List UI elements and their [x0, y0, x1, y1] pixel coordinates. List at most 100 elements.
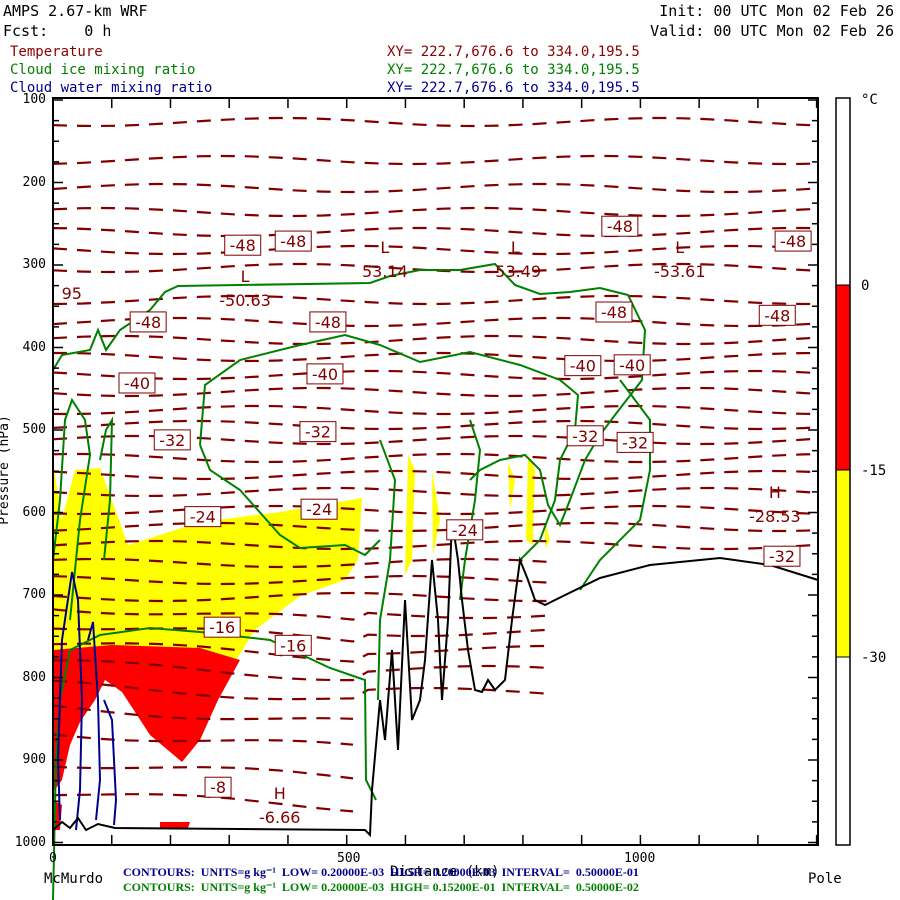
extremum-marker: L -53.61: [654, 238, 706, 281]
contour-label: -32: [616, 431, 654, 453]
section-end-label: Pole: [808, 871, 842, 887]
contour-label: -40: [564, 355, 602, 377]
cross-section-plot: -48 -48 -48 -48 -48 -48 -48 -48 -40 -40 -40 -40 -32 -…: [52, 97, 851, 900]
isotherm: [52, 386, 819, 398]
contour-label: -32: [153, 429, 191, 451]
extremum-marker: L 53.14: [362, 238, 408, 281]
extremum-value: -53.61: [654, 262, 706, 281]
svg-text:-16: -16: [280, 636, 306, 655]
isotherm: [52, 369, 819, 381]
isotherm: [52, 404, 819, 416]
isotherm: [52, 182, 819, 194]
svg-text:-24: -24: [190, 508, 216, 527]
y-tick-label: 800: [22, 669, 46, 685]
contour-label: -48: [274, 230, 312, 252]
svg-text:-32: -32: [622, 433, 648, 452]
contour-label: 95: [62, 284, 82, 303]
contour-label: -48: [601, 215, 639, 237]
cloud-ice-contour-info: CONTOURS: UNITS=g kg⁻¹ LOW= 0.20000E-03 …: [123, 880, 639, 894]
extremum-value: -53.49: [489, 262, 541, 281]
extremum-type: H: [274, 784, 286, 803]
extremum-marker: L -53.49: [489, 238, 541, 281]
red-fill-region: [53, 800, 190, 830]
extremum-type: L: [380, 238, 389, 257]
svg-text:-32: -32: [769, 547, 795, 566]
colorbar: [835, 97, 851, 846]
svg-text:-48: -48: [135, 313, 161, 332]
isotherm: [52, 419, 819, 431]
extremum-value: -28.53: [749, 507, 801, 526]
contour-label: -48: [309, 311, 347, 333]
svg-text:-48: -48: [780, 232, 806, 251]
isotherm: [52, 294, 819, 306]
colorbar-yellow: [836, 470, 850, 657]
y-tick-label: 400: [22, 339, 46, 355]
isotherm: [52, 116, 819, 128]
isotherm: [52, 206, 819, 218]
contour-label: -24: [446, 519, 484, 541]
svg-text:-48: -48: [764, 306, 790, 325]
isotherm: [52, 469, 819, 481]
contour-label: -40: [118, 372, 156, 394]
isotherm: [52, 244, 819, 256]
colorbar-unit: °C: [861, 92, 878, 108]
contour-label: -48: [758, 304, 796, 326]
contour-label: -8: [204, 776, 232, 798]
y-tick-label: 500: [22, 422, 46, 437]
contour-label: -24: [300, 498, 338, 520]
svg-text:-48: -48: [280, 232, 306, 251]
section-start-label: McMurdo: [44, 871, 104, 887]
extremum-value: -6.66: [259, 808, 300, 827]
extremum-marker: L -50.63: [219, 267, 271, 310]
colorbar-tick: 0: [861, 278, 870, 294]
cloud-water-contour-info: CONTOURS: UNITS=g kg⁻¹ LOW= 0.20000E-03 …: [123, 865, 639, 879]
extremum-value: 53.14: [362, 262, 408, 281]
svg-text:-24: -24: [306, 500, 332, 519]
extremum-type: L: [241, 267, 250, 286]
y-tick-label: 700: [22, 587, 46, 602]
y-tick-label: 200: [22, 174, 46, 190]
y-tick-label: 100: [22, 92, 46, 107]
extremum-value: -50.63: [219, 291, 271, 310]
svg-text:-24: -24: [452, 521, 478, 540]
contour-label: -32: [566, 425, 604, 447]
svg-text:-48: -48: [601, 303, 627, 322]
isotherm: [52, 765, 354, 780]
colorbar-tick: -30: [861, 650, 887, 666]
svg-text:-8: -8: [210, 778, 226, 797]
isotherm: [52, 334, 819, 346]
svg-text:-40: -40: [619, 356, 645, 375]
cloud-water-contour: [103, 699, 118, 826]
y-tick-label: 300: [22, 257, 46, 272]
contour-label: -40: [613, 354, 651, 376]
contour-label: -48: [595, 301, 633, 323]
svg-text:-48: -48: [607, 217, 633, 236]
svg-text:-40: -40: [124, 374, 150, 393]
contour-label: -24: [184, 506, 222, 528]
contour-label: -48: [224, 234, 262, 256]
extremum-type: L: [675, 238, 684, 257]
isotherm: [52, 154, 819, 166]
contour-label: -48: [129, 311, 167, 333]
svg-text:-48: -48: [230, 236, 256, 255]
isotherm: [52, 226, 819, 238]
svg-text:-40: -40: [570, 357, 596, 376]
contour-label: -16: [203, 616, 241, 638]
cloud-ice-contour: [459, 419, 482, 601]
svg-text:-32: -32: [159, 431, 185, 450]
contour-label: -32: [299, 421, 337, 443]
extremum-type: L: [511, 238, 520, 257]
contour-label: -48: [774, 230, 812, 252]
cloud-ice-contour: [579, 379, 651, 591]
colorbar-red: [836, 285, 850, 470]
colorbar-tick: -15: [861, 463, 887, 479]
x-tick-label: 0: [49, 851, 57, 866]
y-axis-label: Pressure (hPa): [0, 415, 12, 525]
y-tick-label: 900: [22, 752, 46, 767]
extremum-type: H: [769, 483, 781, 502]
isotherm: [52, 452, 819, 464]
isotherm: [52, 316, 819, 328]
svg-text:-32: -32: [572, 427, 598, 446]
y-tick-label: 1000: [14, 834, 46, 850]
svg-text:-40: -40: [312, 365, 338, 384]
